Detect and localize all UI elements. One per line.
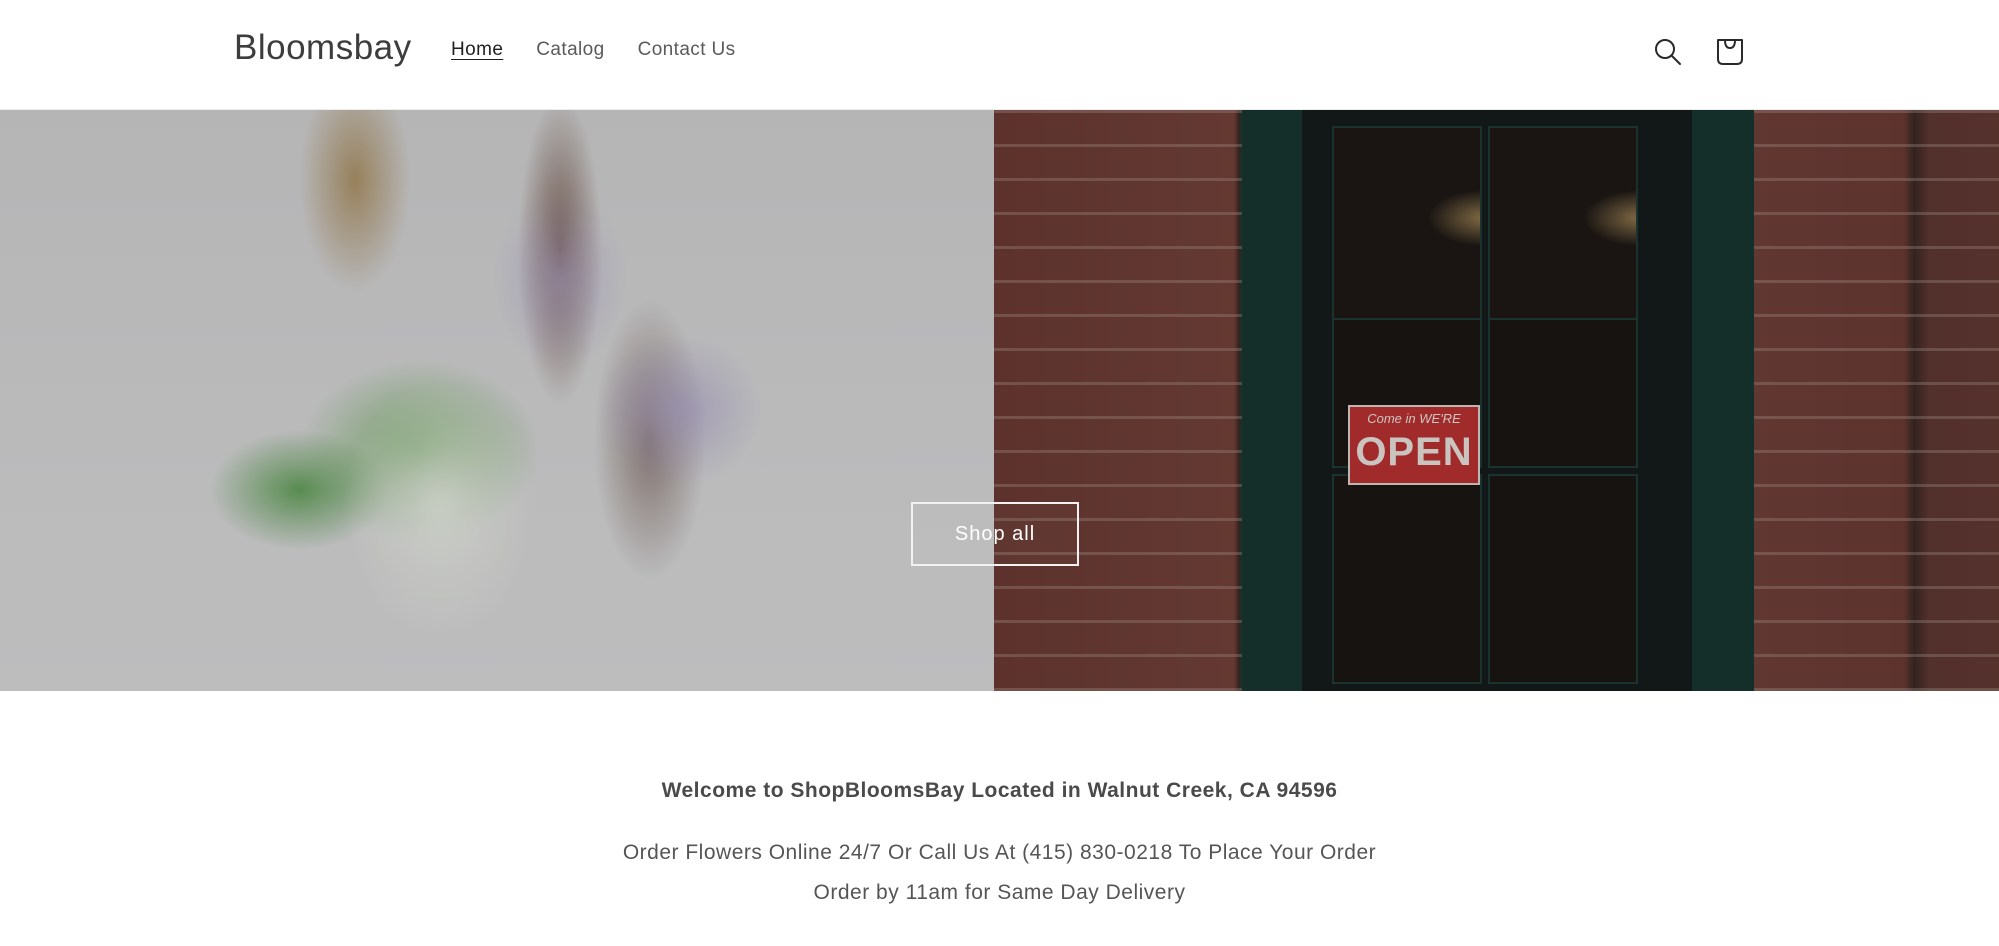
site-header: Bloomsbay Home Catalog Contact Us	[0, 0, 1999, 110]
search-button[interactable]	[1646, 30, 1690, 74]
delivery-info-text: Order by 11am for Same Day Delivery	[813, 881, 1186, 904]
main-nav: Home Catalog Contact Us	[451, 38, 736, 62]
hero-overlay	[0, 110, 1999, 691]
search-icon	[1655, 39, 1681, 65]
shop-all-button[interactable]: Shop all	[911, 502, 1079, 566]
nav-contact-us[interactable]: Contact Us	[638, 38, 736, 62]
site-logo[interactable]: Bloomsbay	[234, 28, 412, 68]
hero-banner: Come in WE'RE OPEN Shop all	[0, 110, 1999, 691]
nav-home[interactable]: Home	[451, 38, 503, 62]
welcome-heading: Welcome to ShopBloomsBay Located in Waln…	[661, 779, 1338, 802]
nav-catalog[interactable]: Catalog	[536, 38, 604, 62]
cart-button[interactable]	[1708, 30, 1752, 74]
welcome-section: Welcome to ShopBloomsBay Located in Waln…	[0, 691, 1999, 946]
order-info-text: Order Flowers Online 24/7 Or Call Us At …	[622, 841, 1377, 864]
cart-icon	[1717, 39, 1743, 65]
